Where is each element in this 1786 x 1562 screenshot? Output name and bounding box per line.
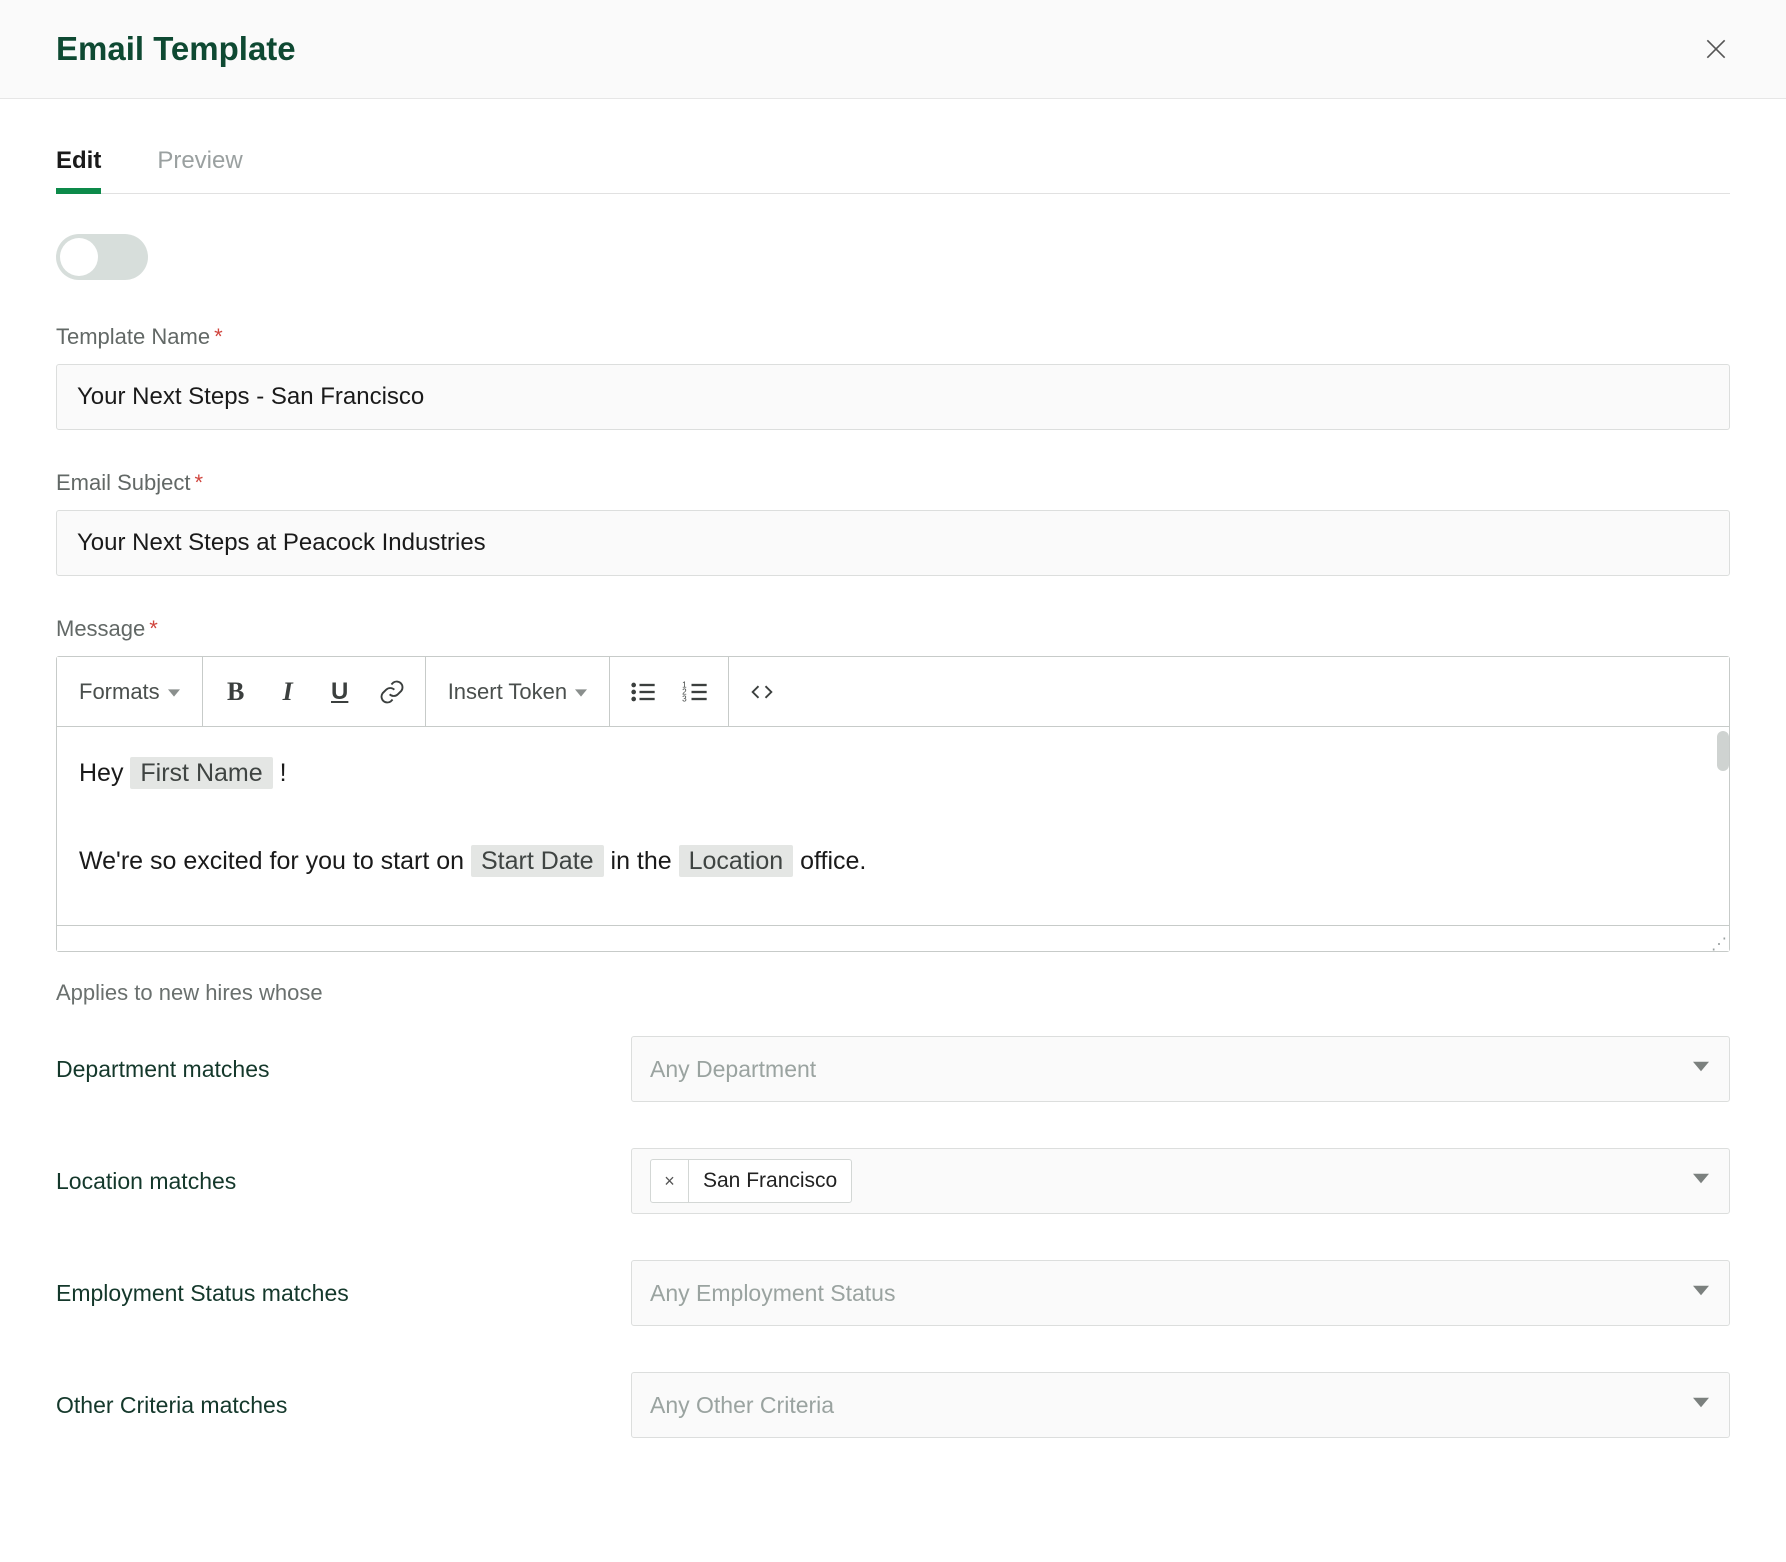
template-name-input[interactable]	[56, 364, 1730, 430]
employment-status-placeholder: Any Employment Status	[650, 1280, 895, 1307]
department-placeholder: Any Department	[650, 1056, 816, 1083]
link-icon	[378, 678, 406, 706]
page-title: Email Template	[56, 30, 296, 68]
resize-handle[interactable]: ⋰	[1711, 941, 1725, 949]
criteria-location-row: Location matches × San Francisco	[56, 1148, 1730, 1214]
criteria-other-row: Other Criteria matches Any Other Criteri…	[56, 1372, 1730, 1438]
employment-status-matches-label: Employment Status matches	[56, 1280, 631, 1307]
email-subject-label: Email Subject *	[56, 470, 1730, 496]
message-line-1: Hey First Name !	[79, 751, 1707, 795]
criteria-employment-status-row: Employment Status matches Any Employment…	[56, 1260, 1730, 1326]
toggle-knob	[60, 238, 98, 276]
chevron-down-icon	[168, 679, 180, 705]
text-segment: !	[280, 759, 287, 787]
token-location[interactable]: Location	[679, 845, 794, 877]
other-criteria-matches-label: Other Criteria matches	[56, 1392, 631, 1419]
token-start-date[interactable]: Start Date	[471, 845, 604, 877]
message-editor: Formats B I U Insert Token	[56, 656, 1730, 952]
location-select[interactable]: × San Francisco	[631, 1148, 1730, 1214]
scrollbar-thumb[interactable]	[1717, 731, 1729, 771]
bullet-list-icon	[629, 678, 657, 706]
insert-token-label: Insert Token	[448, 679, 567, 705]
other-criteria-select[interactable]: Any Other Criteria	[631, 1372, 1730, 1438]
chevron-down-icon	[1693, 1283, 1709, 1304]
employment-status-select[interactable]: Any Employment Status	[631, 1260, 1730, 1326]
message-line-2: We're so excited for you to start on Sta…	[79, 839, 1707, 883]
insert-token-dropdown[interactable]: Insert Token	[440, 673, 595, 711]
underline-button[interactable]: U	[321, 673, 359, 711]
formats-dropdown[interactable]: Formats	[71, 673, 188, 711]
template-name-label-text: Template Name	[56, 324, 210, 350]
text-segment: office.	[800, 847, 866, 875]
blank-line	[79, 795, 1707, 839]
location-chip: × San Francisco	[650, 1159, 852, 1203]
code-icon	[748, 678, 776, 706]
applies-to-label: Applies to new hires whose	[56, 980, 1730, 1006]
numbered-list-button[interactable]: 123	[676, 673, 714, 711]
email-subject-input[interactable]	[56, 510, 1730, 576]
chip-remove-icon[interactable]: ×	[651, 1160, 689, 1202]
underline-icon: U	[331, 678, 348, 706]
text-segment: Hey	[79, 759, 130, 787]
tab-bar: Edit Preview	[56, 147, 1730, 194]
chevron-down-icon	[1693, 1059, 1709, 1080]
department-matches-label: Department matches	[56, 1056, 631, 1083]
criteria-department-row: Department matches Any Department	[56, 1036, 1730, 1102]
chevron-down-icon	[1693, 1395, 1709, 1416]
svg-text:3: 3	[682, 694, 687, 703]
formats-label: Formats	[79, 679, 160, 705]
other-criteria-placeholder: Any Other Criteria	[650, 1392, 834, 1419]
location-matches-label: Location matches	[56, 1168, 631, 1195]
modal-header: Email Template	[0, 0, 1786, 99]
message-body[interactable]: Hey First Name ! We're so excited for yo…	[57, 727, 1729, 925]
italic-button[interactable]: I	[269, 673, 307, 711]
close-icon[interactable]	[1702, 35, 1730, 63]
enable-toggle[interactable]	[56, 234, 148, 280]
italic-icon: I	[283, 677, 293, 707]
token-first-name[interactable]: First Name	[130, 757, 272, 789]
editor-footer: ⋰	[57, 925, 1729, 951]
text-segment: We're so excited for you to start on	[79, 847, 471, 875]
message-label: Message *	[56, 616, 1730, 642]
link-button[interactable]	[373, 673, 411, 711]
numbered-list-icon: 123	[681, 678, 709, 706]
chip-label: San Francisco	[689, 1169, 851, 1193]
tab-preview[interactable]: Preview	[157, 147, 242, 193]
bullet-list-button[interactable]	[624, 673, 662, 711]
text-segment: in the	[611, 847, 679, 875]
email-subject-label-text: Email Subject	[56, 470, 191, 496]
chevron-down-icon	[575, 679, 587, 705]
required-asterisk: *	[214, 324, 223, 350]
bold-button[interactable]: B	[217, 673, 255, 711]
template-name-label: Template Name *	[56, 324, 1730, 350]
message-label-text: Message	[56, 616, 145, 642]
required-asterisk: *	[149, 616, 158, 642]
editor-toolbar: Formats B I U Insert Token	[57, 657, 1729, 727]
code-view-button[interactable]	[743, 673, 781, 711]
department-select[interactable]: Any Department	[631, 1036, 1730, 1102]
tab-edit[interactable]: Edit	[56, 147, 101, 193]
required-asterisk: *	[195, 470, 204, 496]
chevron-down-icon	[1693, 1171, 1709, 1192]
bold-icon: B	[227, 677, 244, 707]
